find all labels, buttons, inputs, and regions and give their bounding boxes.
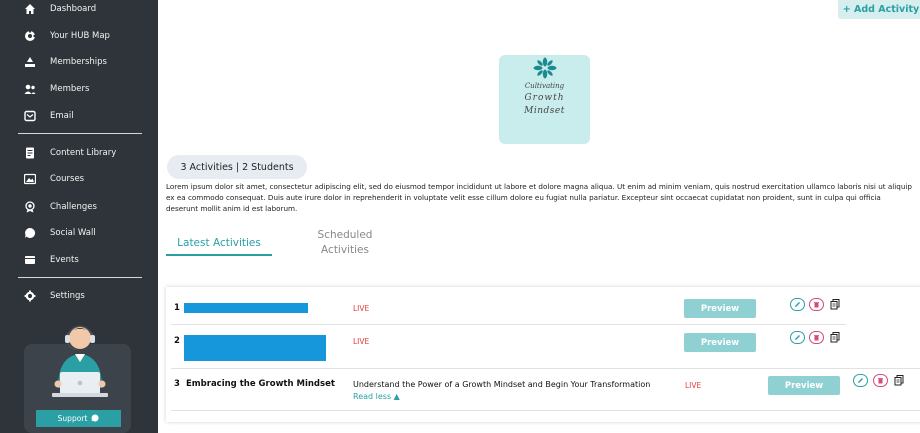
delete-icon[interactable] [873,374,888,387]
row-number: 3 [174,379,180,389]
sidebar-item-label: Your HUB Map [50,31,110,41]
email-icon [24,110,36,122]
row-divider [171,368,920,369]
delete-icon[interactable] [809,331,824,344]
logo-text-line: Cultivating [524,82,565,90]
members-icon [24,83,36,95]
copy-icon[interactable] [893,374,905,387]
preview-button[interactable]: Preview [684,333,756,352]
sidebar-item-challenges[interactable]: Challenges [0,196,158,218]
active-tab-indicator [166,254,272,256]
tab-latest-activities[interactable]: Latest Activities [166,236,272,251]
sidebar-item-label: Memberships [50,57,107,67]
sidebar-item-content-library[interactable]: Content Library [0,142,158,164]
sidebar-item-label: Dashboard [50,4,97,14]
sidebar-item-hub-map[interactable]: Your HUB Map [0,25,158,47]
status-badge: LIVE [353,304,370,313]
activity-description: Understand the Power of a Growth Mindset… [353,380,651,389]
activity-title: Embracing the Growth Mindset [186,379,335,389]
edit-icon[interactable] [853,374,868,387]
redacted-title [184,335,326,361]
sidebar-item-label: Settings [50,291,85,301]
home-icon [24,3,36,15]
sidebar-item-settings[interactable]: Settings [0,285,158,307]
row-number: 1 [174,303,180,313]
tab-scheduled-activities[interactable]: Scheduled Activities [300,228,390,258]
delete-icon[interactable] [809,298,824,311]
sidebar-item-label: Events [50,255,79,265]
support-label: Support [57,414,88,423]
sidebar-item-label: Members [50,84,90,94]
row-divider [171,410,920,411]
sidebar-item-members[interactable]: Members [0,78,158,100]
redacted-title [184,303,308,313]
content-library-icon [24,147,36,159]
hub-map-icon [24,30,36,42]
sidebar-item-social-wall[interactable]: Social Wall [0,222,158,244]
row-divider [171,324,846,325]
social-wall-icon [24,227,36,239]
status-badge: LIVE [685,381,702,390]
sidebar-item-label: Email [50,111,74,121]
sidebar-divider [18,133,142,134]
preview-button[interactable]: Preview [684,299,756,318]
add-activity-button[interactable]: + Add Activity [838,0,920,19]
leaf-emblem-icon [533,57,556,79]
support-agent-illustration [52,325,108,397]
sidebar-item-dashboard[interactable]: Dashboard [0,0,158,20]
row-number: 2 [174,336,180,346]
copy-icon[interactable] [829,331,841,344]
edit-icon[interactable] [790,298,805,311]
settings-icon [24,290,36,302]
sidebar-item-label: Challenges [50,202,97,212]
memberships-icon [24,56,36,68]
status-badge: LIVE [353,337,370,346]
course-description: Lorem ipsum dolor sit amet, consectetur … [166,182,912,213]
logo-text-line: Mindset [524,106,565,116]
support-button[interactable]: Support [36,410,121,427]
preview-button[interactable]: Preview [768,376,840,395]
sidebar-item-memberships[interactable]: Memberships [0,51,158,73]
events-icon [24,254,36,266]
challenges-icon [24,201,36,213]
course-logo: Cultivating Growth Mindset [499,55,590,144]
chat-bubble-icon [91,413,99,424]
activity-student-count: 3 Activities | 2 Students [167,155,307,179]
sidebar-item-label: Social Wall [50,228,96,238]
sidebar-item-email[interactable]: Email [0,105,158,127]
activity-list: 1 LIVE Preview 2 LIVE Preview 3 Embracin… [166,287,920,422]
sidebar: Dashboard Your HUB Map Memberships Membe… [0,0,158,433]
logo-text-line: Growth [524,93,565,103]
copy-icon[interactable] [829,298,841,311]
sidebar-divider [18,277,142,278]
sidebar-item-courses[interactable]: Courses [0,168,158,190]
sidebar-item-label: Courses [50,174,85,184]
courses-icon [24,173,36,185]
sidebar-item-events[interactable]: Events [0,249,158,271]
edit-icon[interactable] [790,331,805,344]
read-less-link[interactable]: Read less ▲ [353,392,400,401]
sidebar-item-label: Content Library [50,148,117,158]
